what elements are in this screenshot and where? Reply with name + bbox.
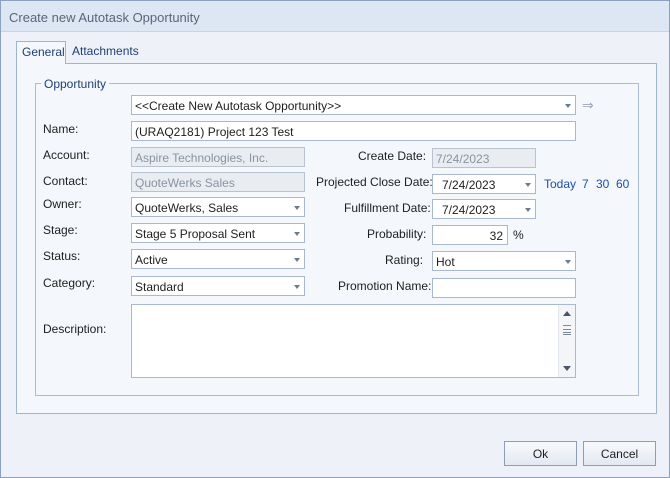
chevron-down-icon: [565, 260, 571, 264]
today-link[interactable]: Today: [544, 177, 576, 191]
name-label: Name:: [43, 122, 79, 136]
owner-label: Owner:: [43, 197, 82, 211]
fulfillment-date-value: 7/24/2023: [442, 203, 496, 217]
name-field-value: (URAQ2181) Project 123 Test: [135, 125, 294, 139]
go-arrow-icon[interactable]: ⇒: [582, 98, 600, 112]
rating-select-value: Hot: [436, 255, 455, 269]
tab-general[interactable]: General: [16, 41, 66, 64]
fulfillment-date-label: Fulfillment Date:: [344, 201, 431, 215]
account-field-value: Aspire Technologies, Inc.: [135, 151, 269, 165]
description-textarea[interactable]: [131, 304, 576, 378]
description-label: Description:: [43, 322, 107, 336]
chevron-down-icon: [294, 206, 300, 210]
stage-label: Stage:: [43, 223, 78, 237]
rating-select[interactable]: Hot: [432, 251, 576, 271]
category-label: Category:: [43, 276, 96, 290]
contact-field: QuoteWerks Sales: [131, 172, 305, 192]
contact-label: Contact:: [43, 174, 88, 188]
account-field: Aspire Technologies, Inc.: [131, 147, 305, 167]
cancel-button[interactable]: Cancel: [583, 441, 656, 466]
description-scrollbar[interactable]: [558, 305, 575, 377]
chevron-down-icon: [294, 232, 300, 236]
opportunity-select-value: <<Create New Autotask Opportunity>>: [135, 99, 342, 113]
owner-select[interactable]: QuoteWerks, Sales: [131, 197, 305, 217]
title-bar: Create new Autotask Opportunity: [1, 1, 669, 32]
projected-close-date-value: 7/24/2023: [442, 178, 496, 192]
plus-60-days-link[interactable]: 60: [616, 177, 629, 191]
window-title: Create new Autotask Opportunity: [9, 10, 200, 25]
create-date-value: 7/24/2023: [436, 152, 490, 166]
probability-field[interactable]: 32: [432, 225, 508, 245]
plus-30-days-link[interactable]: 30: [596, 177, 609, 191]
status-label: Status:: [43, 249, 81, 263]
chevron-down-icon: [525, 208, 531, 212]
plus-7-days-link[interactable]: 7: [582, 177, 589, 191]
projected-close-date-label: Projected Close Date:: [316, 175, 433, 189]
scroll-thumb-grip-icon[interactable]: [563, 325, 571, 335]
fulfillment-date-picker[interactable]: 7/24/2023: [432, 199, 536, 219]
probability-label: Probability:: [367, 227, 427, 241]
stage-select-value: Stage 5 Proposal Sent: [135, 227, 256, 241]
status-select[interactable]: Active: [131, 249, 305, 269]
account-label: Account:: [43, 148, 90, 162]
status-select-value: Active: [135, 253, 168, 267]
probability-unit: %: [513, 228, 524, 242]
opportunity-group-title: Opportunity: [41, 77, 110, 91]
scroll-up-icon[interactable]: [563, 311, 571, 316]
promotion-name-field[interactable]: [432, 278, 576, 298]
name-field[interactable]: (URAQ2181) Project 123 Test: [131, 121, 576, 141]
tab-attachments[interactable]: Attachments: [67, 41, 144, 63]
chevron-down-icon: [525, 183, 531, 187]
promotion-name-label: Promotion Name:: [338, 279, 432, 293]
owner-select-value: QuoteWerks, Sales: [135, 201, 239, 215]
category-select-value: Standard: [135, 280, 184, 294]
create-date-label: Create Date:: [358, 149, 427, 163]
contact-field-value: QuoteWerks Sales: [135, 176, 235, 190]
opportunity-select[interactable]: <<Create New Autotask Opportunity>>: [131, 95, 576, 115]
category-select[interactable]: Standard: [131, 276, 305, 296]
create-date-field: 7/24/2023: [432, 148, 536, 168]
rating-label: Rating:: [385, 253, 424, 267]
projected-close-date-picker[interactable]: 7/24/2023: [432, 174, 536, 194]
chevron-down-icon: [294, 285, 300, 289]
chevron-down-icon: [565, 104, 571, 108]
scroll-down-icon[interactable]: [563, 366, 571, 371]
ok-button[interactable]: Ok: [504, 441, 577, 466]
probability-value: 32: [489, 229, 503, 243]
stage-select[interactable]: Stage 5 Proposal Sent: [131, 223, 305, 243]
chevron-down-icon: [294, 258, 300, 262]
